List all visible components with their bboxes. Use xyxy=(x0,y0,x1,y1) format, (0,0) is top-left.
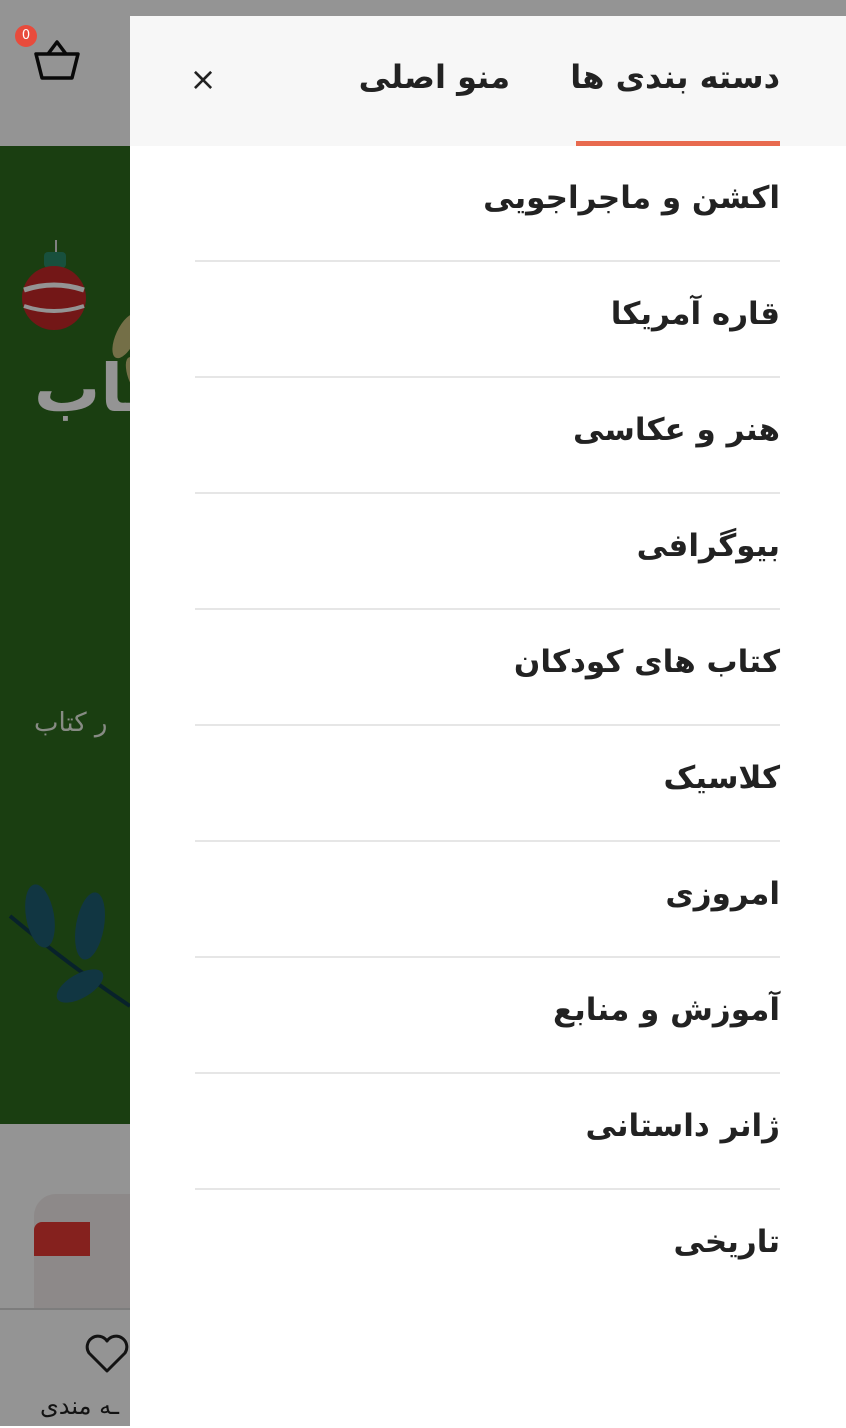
category-label: کتاب های کودکان xyxy=(513,644,780,680)
category-label: بیوگرافی xyxy=(636,528,780,564)
category-item[interactable]: آموزش و منابع xyxy=(195,958,780,1074)
category-item[interactable]: اکشن و ماجراجویی xyxy=(195,146,780,262)
cart-count-badge: 0 xyxy=(15,25,37,47)
category-label: اکشن و ماجراجویی xyxy=(483,180,780,216)
category-label: کلاسیک xyxy=(663,760,780,796)
category-item[interactable]: کلاسیک xyxy=(195,726,780,842)
category-label: آموزش و منابع xyxy=(552,992,780,1028)
category-item[interactable]: امروزی xyxy=(195,842,780,958)
category-label: امروزی xyxy=(665,876,780,912)
category-item[interactable]: تاریخی xyxy=(195,1190,780,1306)
tab-main-menu[interactable]: منو اصلی xyxy=(340,58,510,146)
category-label: قاره آمریکا xyxy=(610,296,780,332)
tab-categories[interactable]: دسته بندی ها xyxy=(570,58,780,146)
category-item[interactable]: قاره آمریکا xyxy=(195,262,780,378)
drawer-header: دسته بندی ها منو اصلی × xyxy=(130,16,846,146)
category-item[interactable]: ژانر داستانی xyxy=(195,1074,780,1190)
category-item[interactable]: بیوگرافی xyxy=(195,494,780,610)
category-item[interactable]: کتاب های کودکان xyxy=(195,610,780,726)
side-drawer: دسته بندی ها منو اصلی × اکشن و ماجراجویی… xyxy=(130,16,846,1426)
category-item[interactable]: هنر و عکاسی xyxy=(195,378,780,494)
category-label: ژانر داستانی xyxy=(585,1108,780,1144)
category-label: هنر و عکاسی xyxy=(573,412,780,448)
close-icon[interactable]: × xyxy=(186,62,220,96)
category-label: تاریخی xyxy=(673,1224,780,1260)
category-list: اکشن و ماجراجویی قاره آمریکا هنر و عکاسی… xyxy=(195,146,780,1306)
